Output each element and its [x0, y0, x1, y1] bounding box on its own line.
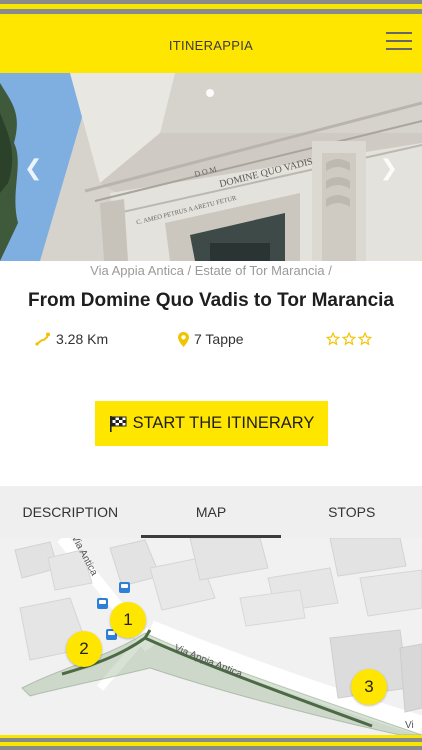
bus-stop-icon[interactable] — [97, 598, 108, 609]
stages-stat: 7 Tappe — [178, 331, 244, 347]
stop-marker-1[interactable]: 1 — [110, 602, 146, 638]
street-label: Vi — [405, 720, 414, 731]
bottom-stripe — [0, 735, 422, 750]
itinerary-stats: 3.28 Km 7 Tappe — [0, 331, 422, 351]
hero-image-carousel[interactable]: D O M DOMINE QUO VADIS C. AMEO PETRUS A … — [0, 73, 422, 261]
start-itinerary-label: START THE ITINERARY — [132, 414, 315, 432]
rating-stars[interactable] — [326, 332, 372, 346]
tab-description[interactable]: DESCRIPTION — [0, 486, 141, 538]
app-header: ITINERAPPIA — [0, 17, 422, 73]
breadcrumb: Via Appia Antica / Estate of Tor Maranci… — [0, 263, 422, 278]
tab-stops[interactable]: STOPS — [281, 486, 422, 538]
itinerary-title: From Domine Quo Vadis to Tor Marancia — [28, 290, 394, 311]
checkered-flag-icon — [109, 415, 127, 432]
carousel-next-icon[interactable]: ❯ — [380, 155, 398, 181]
church-facade-image: D O M DOMINE QUO VADIS C. AMEO PETRUS A … — [0, 73, 422, 261]
stages-value: 7 Tappe — [194, 331, 244, 347]
top-stripe — [0, 0, 422, 17]
breadcrumb-separator: / — [324, 263, 332, 278]
star-outline-icon[interactable] — [326, 332, 340, 346]
tab-bar: DESCRIPTION MAP STOPS — [0, 486, 422, 538]
route-map[interactable]: Via Antica Via Appia Antica Vi 1 2 3 — [0, 538, 422, 735]
tab-map[interactable]: MAP — [140, 486, 282, 538]
stop-marker-3[interactable]: 3 — [351, 669, 387, 705]
distance-value: 3.28 Km — [56, 331, 109, 347]
carousel-prev-icon[interactable]: ❮ — [24, 155, 42, 181]
star-outline-icon[interactable] — [358, 332, 372, 346]
stop-marker-2[interactable]: 2 — [66, 631, 102, 667]
breadcrumb-item[interactable]: Estate of Tor Marancia — [195, 263, 325, 278]
map-pin-icon — [178, 331, 189, 347]
breadcrumb-item[interactable]: Via Appia Antica — [90, 263, 184, 278]
carousel-dot[interactable] — [206, 89, 214, 97]
start-itinerary-button[interactable]: START THE ITINERARY — [95, 401, 328, 446]
app-title: ITINERAPPIA — [168, 37, 254, 53]
breadcrumb-separator: / — [183, 263, 195, 278]
star-outline-icon[interactable] — [342, 332, 356, 346]
map-canvas — [0, 538, 422, 735]
hamburger-menu-icon[interactable] — [386, 30, 412, 52]
bus-stop-icon[interactable] — [119, 582, 130, 593]
distance-stat: 3.28 Km — [35, 331, 108, 347]
walking-route-icon — [35, 332, 50, 346]
